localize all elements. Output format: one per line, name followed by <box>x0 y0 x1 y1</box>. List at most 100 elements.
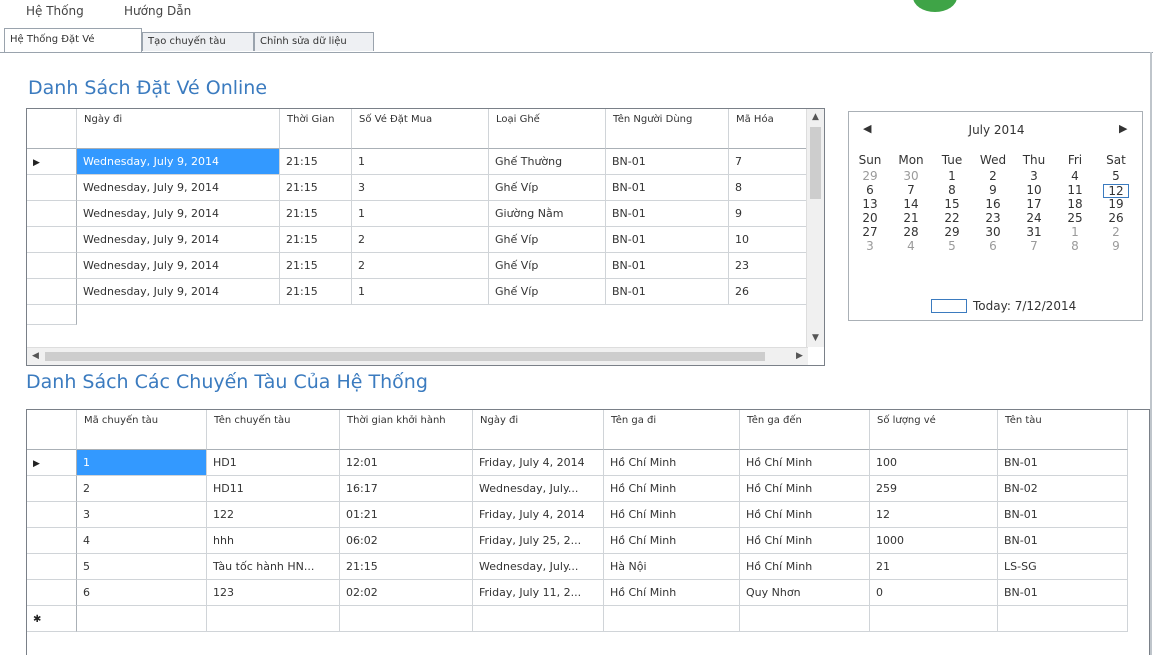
trains-cell[interactable]: BN-01 <box>998 580 1128 606</box>
calendar-day[interactable]: 23 <box>978 212 1008 224</box>
trains-new-row-cell[interactable] <box>604 606 740 632</box>
bookings-cell[interactable]: 10 <box>729 227 809 253</box>
trains-row-header[interactable] <box>27 502 77 528</box>
bookings-row-header[interactable] <box>27 175 77 201</box>
calendar-day[interactable]: 10 <box>1019 184 1049 196</box>
calendar-day[interactable]: 6 <box>855 184 885 196</box>
trains-cell[interactable]: LS-SG <box>998 554 1128 580</box>
trains-column-header[interactable]: Số lượng vé <box>870 410 998 450</box>
bookings-cell[interactable]: Ghế Víp <box>489 227 606 253</box>
trains-cell[interactable]: HD1 <box>207 450 340 476</box>
next-month-arrow-icon[interactable]: ▶ <box>1119 122 1127 135</box>
calendar-day[interactable]: 8 <box>937 184 967 196</box>
trains-new-row-cell[interactable] <box>207 606 340 632</box>
trains-new-row-cell[interactable] <box>340 606 473 632</box>
bookings-cell[interactable]: Ghế Víp <box>489 253 606 279</box>
calendar-day[interactable]: 22 <box>937 212 967 224</box>
trains-cell[interactable]: hhh <box>207 528 340 554</box>
bookings-cell[interactable]: 1 <box>352 201 489 227</box>
tab-tao-chuyen-tau[interactable]: Tạo chuyến tàu <box>142 32 254 51</box>
calendar-day[interactable]: 1 <box>1060 226 1090 238</box>
tab-he-thong-dat-ve[interactable]: Hệ Thống Đặt Vé <box>4 28 142 52</box>
bookings-row-header[interactable] <box>27 227 77 253</box>
bookings-vertical-scrollbar[interactable]: ▲ ▼ <box>806 109 824 347</box>
bookings-column-header[interactable]: Loại Ghế <box>489 109 606 149</box>
calendar-day[interactable]: 24 <box>1019 212 1049 224</box>
trains-cell[interactable]: 4 <box>77 528 207 554</box>
scroll-down-arrow-icon[interactable]: ▼ <box>807 330 824 347</box>
bookings-cell[interactable]: 2 <box>352 227 489 253</box>
calendar-day[interactable]: 4 <box>1060 170 1090 182</box>
bookings-cell[interactable]: BN-01 <box>606 253 729 279</box>
bookings-cell[interactable]: BN-01 <box>606 175 729 201</box>
calendar-day[interactable]: 16 <box>978 198 1008 210</box>
calendar-day[interactable]: 29 <box>855 170 885 182</box>
trains-new-row-cell[interactable] <box>77 606 207 632</box>
bookings-cell[interactable]: Wednesday, July 9, 2014 <box>77 279 280 305</box>
bookings-cell[interactable]: 21:15 <box>280 149 352 175</box>
bookings-column-header[interactable]: Tên Người Dùng <box>606 109 729 149</box>
trains-cell[interactable]: 21 <box>870 554 998 580</box>
calendar-day[interactable]: 29 <box>937 226 967 238</box>
bookings-cell[interactable]: 21:15 <box>280 175 352 201</box>
calendar-day[interactable]: 14 <box>896 198 926 210</box>
bookings-row-header[interactable] <box>27 253 77 279</box>
bookings-cell[interactable]: Ghế Thường <box>489 149 606 175</box>
trains-column-header[interactable]: Tên chuyến tàu <box>207 410 340 450</box>
scroll-left-arrow-icon[interactable]: ◀ <box>27 348 44 365</box>
calendar-day[interactable]: 18 <box>1060 198 1090 210</box>
bookings-cell[interactable]: 26 <box>729 279 809 305</box>
bookings-column-header[interactable]: Mã Hóa <box>729 109 809 149</box>
calendar-day[interactable]: 3 <box>1019 170 1049 182</box>
calendar-month-label[interactable]: July 2014 <box>849 123 1144 137</box>
bookings-cell[interactable]: 3 <box>352 175 489 201</box>
bookings-cell[interactable]: Giường Nằm <box>489 201 606 227</box>
scrollbar-thumb[interactable] <box>810 127 821 199</box>
calendar-day[interactable]: 5 <box>937 240 967 252</box>
trains-cell[interactable]: 122 <box>207 502 340 528</box>
trains-cell[interactable]: 3 <box>77 502 207 528</box>
trains-cell[interactable]: Hà Nội <box>604 554 740 580</box>
calendar-day[interactable]: 25 <box>1060 212 1090 224</box>
trains-cell[interactable]: BN-01 <box>998 450 1128 476</box>
calendar-day[interactable]: 3 <box>855 240 885 252</box>
trains-row-header[interactable] <box>27 554 77 580</box>
trains-cell[interactable]: 21:15 <box>340 554 473 580</box>
scroll-right-arrow-icon[interactable]: ▶ <box>791 348 808 365</box>
today-label[interactable]: Today: 7/12/2014 <box>973 299 1076 313</box>
trains-cell[interactable]: 6 <box>77 580 207 606</box>
bookings-cell[interactable]: 9 <box>729 201 809 227</box>
bookings-cell[interactable]: 7 <box>729 149 809 175</box>
scrollbar-thumb[interactable] <box>45 352 765 361</box>
calendar-day[interactable]: 4 <box>896 240 926 252</box>
trains-column-header[interactable]: Tên ga đi <box>604 410 740 450</box>
trains-cell[interactable]: Hồ Chí Minh <box>604 502 740 528</box>
trains-cell[interactable]: Friday, July 4, 2014 <box>473 450 604 476</box>
trains-column-header[interactable]: Thời gian khởi hành <box>340 410 473 450</box>
bookings-row-header[interactable] <box>27 201 77 227</box>
calendar-day[interactable]: 7 <box>896 184 926 196</box>
calendar-day[interactable]: 19 <box>1101 198 1131 210</box>
trains-cell[interactable]: 259 <box>870 476 998 502</box>
bookings-column-header[interactable]: Thời Gian <box>280 109 352 149</box>
bookings-grid[interactable]: Ngày đi Thời Gian Số Vé Đặt Mua Loại Ghế Tên… <box>26 108 825 366</box>
bookings-cell[interactable]: 2 <box>352 253 489 279</box>
bookings-cell[interactable]: 21:15 <box>280 227 352 253</box>
trains-cell[interactable]: 01:21 <box>340 502 473 528</box>
trains-cell[interactable]: Hồ Chí Minh <box>740 502 870 528</box>
trains-column-header[interactable]: Ngày đi <box>473 410 604 450</box>
trains-cell[interactable]: Tàu tốc hành HN... <box>207 554 340 580</box>
trains-cell[interactable]: Quy Nhơn <box>740 580 870 606</box>
bookings-cell[interactable]: Wednesday, July 9, 2014 <box>77 227 280 253</box>
trains-cell[interactable]: 0 <box>870 580 998 606</box>
bookings-column-header[interactable]: Ngày đi <box>77 109 280 149</box>
trains-cell[interactable]: 06:02 <box>340 528 473 554</box>
trains-cell[interactable]: Friday, July 25, 2... <box>473 528 604 554</box>
trains-cell[interactable]: Hồ Chí Minh <box>740 554 870 580</box>
scroll-up-arrow-icon[interactable]: ▲ <box>807 109 824 126</box>
trains-cell[interactable]: 16:17 <box>340 476 473 502</box>
trains-grid[interactable]: Mã chuyến tàu Tên chuyến tàu Thời gian khở… <box>26 409 1150 655</box>
trains-row-header[interactable] <box>27 580 77 606</box>
trains-row-header[interactable]: ▶ <box>27 450 77 476</box>
calendar-day[interactable]: 2 <box>978 170 1008 182</box>
